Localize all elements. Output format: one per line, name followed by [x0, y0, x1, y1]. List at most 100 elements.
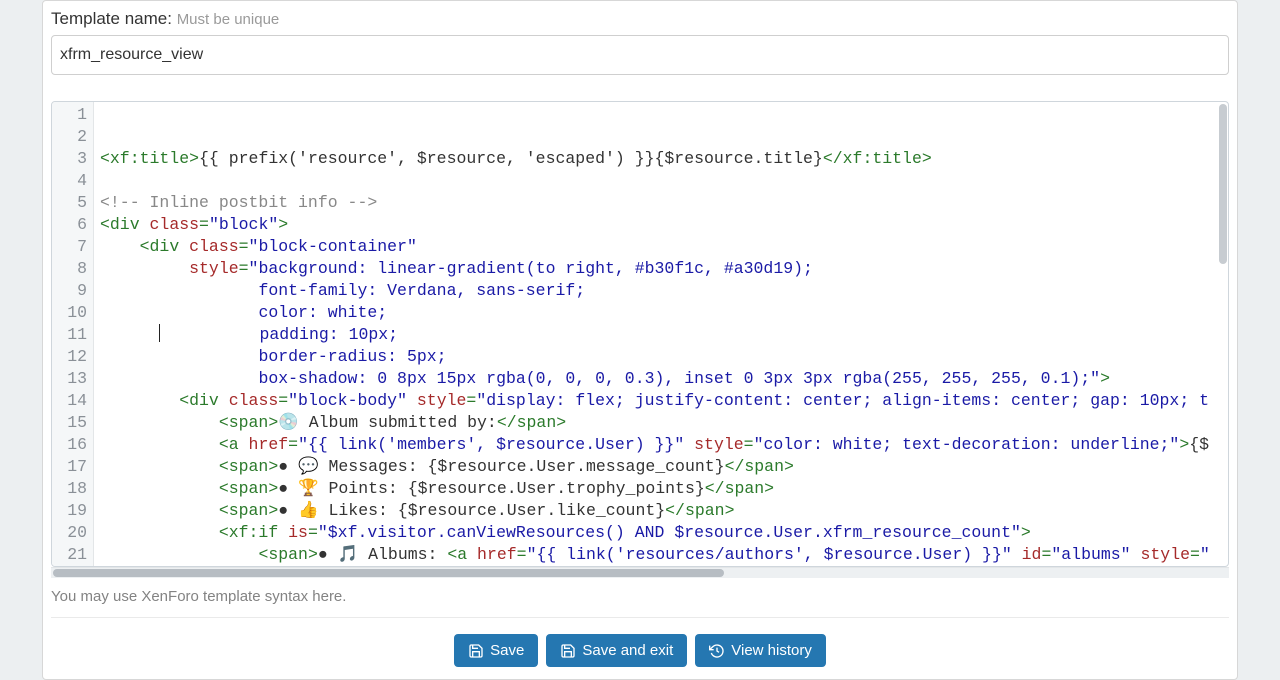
- horizontal-scrollbar-thumb[interactable]: [53, 569, 724, 577]
- code-gutter: 123456789101112131415161718192021: [52, 102, 94, 566]
- gutter-line-number: 18: [62, 478, 87, 500]
- code-token: class: [150, 215, 200, 234]
- code-line[interactable]: style="background: linear-gradient(to ri…: [100, 258, 1228, 280]
- code-token: [100, 347, 258, 366]
- gutter-line-number: 2: [62, 126, 87, 148]
- save-exit-button[interactable]: Save and exit: [546, 634, 687, 667]
- code-token: {{ prefix('resource', $resource, 'escape…: [199, 149, 823, 168]
- gutter-line-number: 1: [62, 104, 87, 126]
- code-token: [100, 259, 189, 278]
- horizontal-scrollbar[interactable]: [51, 567, 1229, 578]
- code-token: {$: [1189, 435, 1209, 454]
- code-token: "$xf.visitor.canViewResources() AND $res…: [318, 523, 1021, 542]
- button-bar: Save Save and exit View history: [51, 617, 1229, 671]
- code-token: border-radius: 5px;: [258, 347, 446, 366]
- code-token: =: [239, 237, 249, 256]
- code-line[interactable]: <xf:title>{{ prefix('resource', $resourc…: [100, 148, 1228, 170]
- save-button[interactable]: Save: [454, 634, 538, 667]
- editor-helper-text: You may use XenForo template syntax here…: [51, 578, 1229, 609]
- code-token: style: [1141, 545, 1191, 564]
- code-token: [1131, 545, 1141, 564]
- code-line[interactable]: <span>● 💬 Messages: {$resource.User.mess…: [100, 456, 1228, 478]
- code-line[interactable]: <span>● 🎵 Albums: <a href="{{ link('reso…: [100, 544, 1228, 566]
- template-editor-panel: Template name: Must be unique 1234567891…: [42, 0, 1238, 680]
- code-token: class: [229, 391, 279, 410]
- code-line[interactable]: font-family: Verdana, sans-serif;: [100, 280, 1228, 302]
- code-token: ● 💬 Messages: {$resource.User.message_co…: [278, 457, 724, 476]
- code-line[interactable]: padding: 10px;: [100, 324, 1228, 346]
- code-token: "block": [209, 215, 278, 234]
- code-line[interactable]: <xf:if is="$xf.visitor.canViewResources(…: [100, 522, 1228, 544]
- code-token: =: [744, 435, 754, 454]
- code-token: [100, 237, 140, 256]
- code-token: </span>: [497, 413, 566, 432]
- code-token: <span>: [258, 545, 317, 564]
- code-token: [100, 369, 258, 388]
- view-history-button[interactable]: View history: [695, 634, 826, 667]
- code-token: [1012, 545, 1022, 564]
- code-line[interactable]: <span>● 🏆 Points: {$resource.User.trophy…: [100, 478, 1228, 500]
- code-token: <div: [100, 215, 150, 234]
- code-token: style: [189, 259, 239, 278]
- code-line[interactable]: <div class="block-body" style="display: …: [100, 390, 1228, 412]
- gutter-line-number: 7: [62, 236, 87, 258]
- code-token: =: [288, 435, 298, 454]
- code-line[interactable]: border-radius: 5px;: [100, 346, 1228, 368]
- code-token: </span>: [725, 457, 794, 476]
- code-token: [407, 391, 417, 410]
- code-token: =: [278, 391, 288, 410]
- gutter-line-number: 21: [62, 544, 87, 566]
- code-line[interactable]: [100, 170, 1228, 192]
- code-line[interactable]: <div class="block">: [100, 214, 1228, 236]
- code-token: =: [1041, 545, 1051, 564]
- code-token: 💿 Album submitted by:: [278, 413, 497, 432]
- code-line[interactable]: <div class="block-container": [100, 236, 1228, 258]
- code-token: is: [288, 523, 308, 542]
- gutter-line-number: 8: [62, 258, 87, 280]
- vertical-scrollbar-thumb[interactable]: [1219, 104, 1227, 264]
- gutter-line-number: 12: [62, 346, 87, 368]
- code-token: <a: [447, 545, 477, 564]
- code-line[interactable]: color: white;: [100, 302, 1228, 324]
- history-icon: [709, 643, 725, 659]
- code-token: "block-container": [249, 237, 417, 256]
- code-token: =: [308, 523, 318, 542]
- code-token: [100, 457, 219, 476]
- code-line[interactable]: <a href="{{ link('members', $resource.Us…: [100, 434, 1228, 456]
- code-line[interactable]: <span>💿 Album submitted by:</span>: [100, 412, 1228, 434]
- code-token: <div: [179, 391, 229, 410]
- gutter-line-number: 6: [62, 214, 87, 236]
- code-token: <a: [219, 435, 249, 454]
- code-token: ● 🎵 Albums:: [318, 545, 447, 564]
- code-token: <span>: [219, 501, 278, 520]
- code-token: id: [1022, 545, 1042, 564]
- save-icon: [468, 643, 484, 659]
- code-token: <!-- Inline postbit info -->: [100, 193, 377, 212]
- code-token: ": [1200, 545, 1210, 564]
- code-line[interactable]: box-shadow: 0 8px 15px rgba(0, 0, 0, 0.3…: [100, 368, 1228, 390]
- code-token: <xf:title>: [100, 149, 199, 168]
- code-token: [100, 545, 258, 564]
- gutter-line-number: 19: [62, 500, 87, 522]
- code-token: [100, 501, 219, 520]
- code-lines[interactable]: <xf:title>{{ prefix('resource', $resourc…: [94, 102, 1228, 566]
- code-line[interactable]: <span>● 👍 Likes: {$resource.User.like_co…: [100, 500, 1228, 522]
- vertical-scrollbar[interactable]: [1217, 102, 1228, 566]
- code-editor[interactable]: 123456789101112131415161718192021 <xf:ti…: [51, 101, 1229, 567]
- gutter-line-number: 14: [62, 390, 87, 412]
- code-token: [100, 325, 159, 344]
- gutter-line-number: 5: [62, 192, 87, 214]
- code-token: box-shadow: 0 8px 15px rgba(0, 0, 0, 0.3…: [258, 369, 1100, 388]
- code-token: "{{ link('resources/authors', $resource.…: [527, 545, 1012, 564]
- code-token: <span>: [219, 457, 278, 476]
- template-name-label: Template name:: [51, 9, 172, 28]
- code-token: <div: [140, 237, 190, 256]
- view-history-button-label: View history: [731, 642, 812, 659]
- template-name-label-row: Template name: Must be unique: [51, 9, 1229, 35]
- template-name-input[interactable]: [51, 35, 1229, 75]
- code-token: color: white;: [258, 303, 387, 322]
- gutter-line-number: 4: [62, 170, 87, 192]
- code-line[interactable]: <!-- Inline postbit info -->: [100, 192, 1228, 214]
- code-token: =: [1190, 545, 1200, 564]
- code-editor-wrapper: 123456789101112131415161718192021 <xf:ti…: [51, 101, 1229, 609]
